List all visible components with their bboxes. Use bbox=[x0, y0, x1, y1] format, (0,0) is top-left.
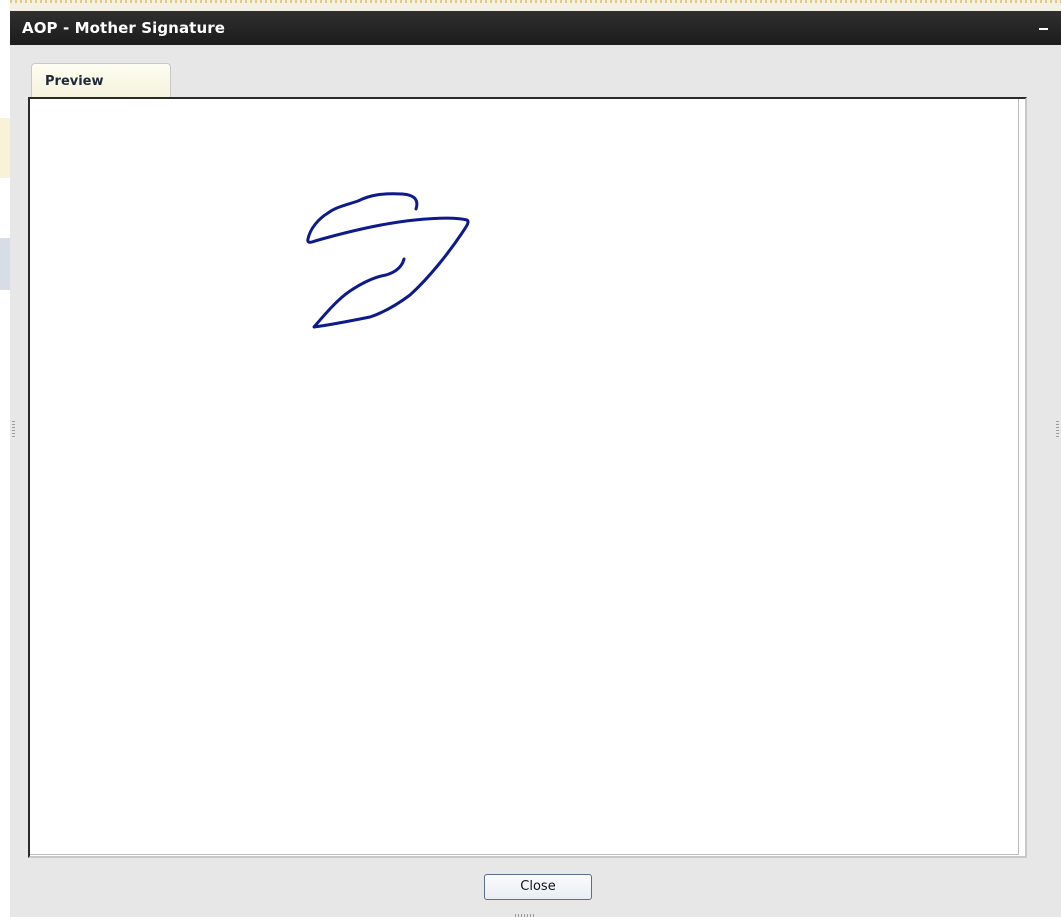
signature-dialog: AOP - Mother Signature Preview Close bbox=[10, 11, 1061, 917]
background-app-panel bbox=[0, 238, 10, 290]
minimize-icon bbox=[1039, 28, 1048, 30]
background-app-highlight bbox=[0, 118, 10, 178]
right-resize-grip[interactable] bbox=[1056, 421, 1059, 439]
signature-canvas bbox=[30, 99, 1019, 855]
left-resize-grip[interactable] bbox=[12, 421, 15, 439]
tab-preview-label: Preview bbox=[45, 74, 104, 89]
signature-stroke bbox=[306, 192, 470, 329]
dialog-title: AOP - Mother Signature bbox=[22, 19, 226, 37]
signature-image bbox=[306, 192, 470, 329]
background-edge-decoration bbox=[0, 0, 1061, 3]
dialog-body: Preview Close bbox=[10, 45, 1061, 917]
tab-preview[interactable]: Preview bbox=[31, 63, 171, 99]
minimize-button[interactable] bbox=[1037, 19, 1051, 37]
preview-panel bbox=[28, 97, 1027, 858]
close-button[interactable]: Close bbox=[484, 874, 592, 900]
dialog-titlebar[interactable]: AOP - Mother Signature bbox=[10, 11, 1061, 45]
close-button-label: Close bbox=[520, 879, 556, 894]
